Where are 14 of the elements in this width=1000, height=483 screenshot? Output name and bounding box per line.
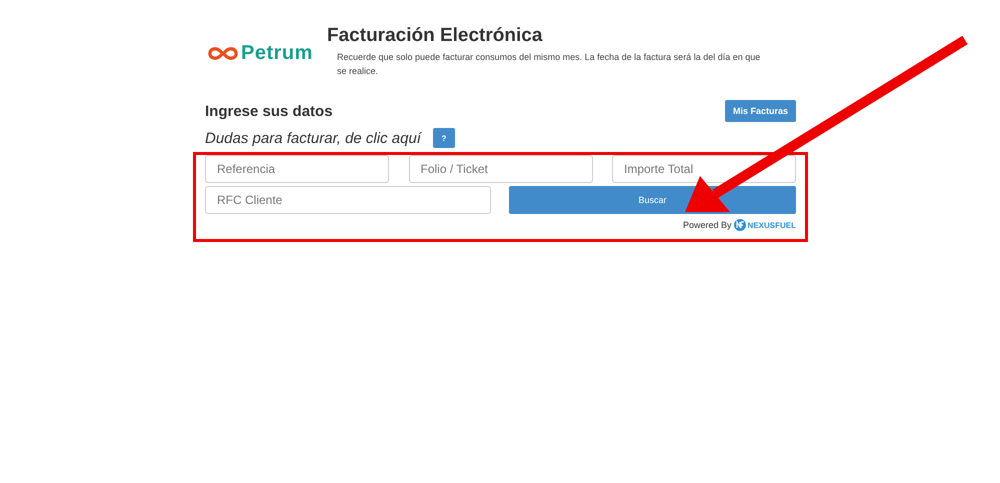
provider-name: NEXUSFUEL	[748, 220, 796, 230]
powered-by-text: Powered By	[683, 220, 732, 230]
provider-logo-icon	[734, 219, 746, 231]
input-field[interactable]: Referencia	[205, 155, 389, 183]
help-text: Dudas para facturar, de clic aquí	[205, 130, 421, 146]
infinity-logo-icon	[208, 46, 238, 60]
input-field[interactable]: RFC Cliente	[205, 186, 491, 214]
page-title: Facturación Electrónica	[327, 25, 544, 47]
input-field[interactable]: Folio / Ticket	[408, 155, 592, 183]
help-button[interactable]: ?	[432, 128, 455, 148]
brand-name: Petrum	[241, 42, 313, 64]
notice-text: Recuerde que solo puede facturar consumos del mismo mes. La fecha de la factura será la del día en que se realice.	[337, 51, 762, 78]
section-heading: Ingrese sus datos	[205, 102, 333, 120]
my-invoices-button[interactable]: Mis Facturas	[724, 100, 796, 122]
